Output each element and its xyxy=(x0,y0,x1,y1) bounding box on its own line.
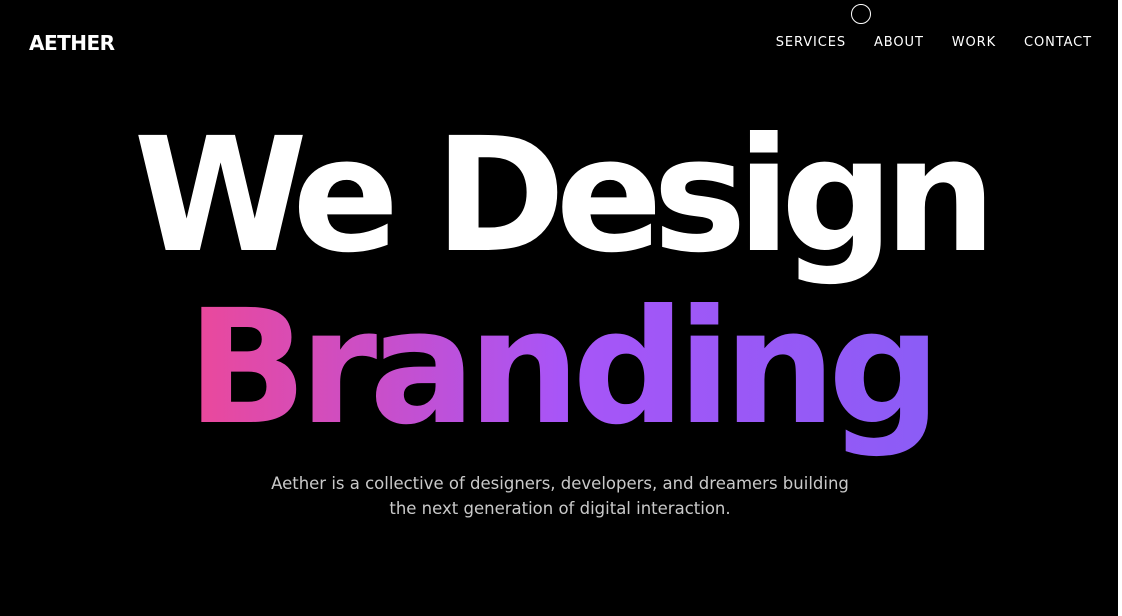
hero-gradient-word: Branding xyxy=(186,276,941,460)
nav-link-services[interactable]: SERVICES xyxy=(776,34,846,52)
site-logo[interactable]: AETHER xyxy=(29,31,115,55)
nav-link-work[interactable]: WORK xyxy=(952,34,996,52)
nav-link-about[interactable]: ABOUT xyxy=(874,34,924,52)
hero-headline-line-1: We Design xyxy=(133,104,997,288)
main-nav: SERVICES ABOUT WORK CONTACT xyxy=(776,34,1092,52)
custom-cursor-ring-icon xyxy=(851,4,871,24)
window-right-edge xyxy=(1118,0,1120,616)
page-viewport: AETHER SERVICES ABOUT WORK CONTACT We De… xyxy=(0,0,1120,616)
hero-tagline: Aether is a collective of designers, dev… xyxy=(271,474,849,518)
hero-headline-line-2: Branding xyxy=(0,280,1120,456)
nav-link-contact[interactable]: CONTACT xyxy=(1024,34,1092,52)
